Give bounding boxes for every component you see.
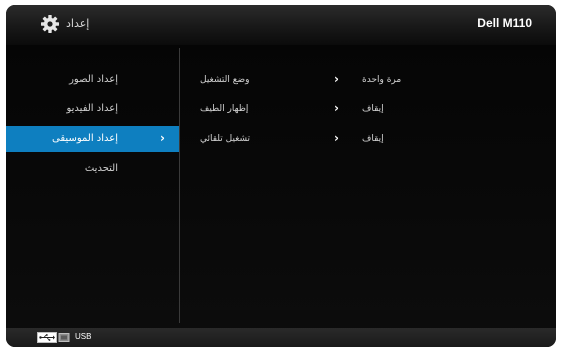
header-bar: إعداد Dell M110 — [6, 5, 556, 45]
setting-value: مرة واحدة — [362, 75, 402, 85]
setting-row-autoplay[interactable]: تشغيل تلقائي › إيقاف — [180, 126, 556, 152]
source-label: USB — [75, 332, 92, 341]
sidebar-item-photo-settings[interactable]: إعداد الصور — [6, 67, 179, 93]
gear-icon — [41, 15, 59, 33]
setting-value: إيقاف — [362, 134, 384, 144]
device-model: Dell M110 — [477, 16, 532, 30]
sidebar-item-label: إعداد الفيديو — [66, 103, 118, 114]
chevron-right-icon: › — [334, 131, 339, 145]
sidebar-item-music-settings[interactable]: إعداد الموسيقى › — [6, 126, 179, 152]
sidebar-item-video-settings[interactable]: إعداد الفيديو — [6, 96, 179, 122]
setting-label: إظهار الطيف — [200, 104, 249, 114]
chevron-right-icon: › — [334, 101, 339, 115]
setting-label: تشغيل تلقائي — [200, 134, 251, 144]
setting-row-play-mode[interactable]: وضع التشغيل › مرة واحدة — [180, 67, 556, 93]
setting-value: إيقاف — [362, 104, 384, 114]
setting-label: وضع التشغيل — [200, 75, 250, 85]
sidebar-item-label: إعداد الموسيقى — [52, 133, 118, 144]
sidebar-item-label: التحديث — [84, 163, 118, 174]
sidebar-item-update[interactable]: التحديث — [6, 156, 179, 182]
menu-title: إعداد — [66, 17, 90, 30]
chevron-right-icon: › — [160, 131, 165, 145]
chevron-right-icon: › — [334, 72, 339, 86]
menu-body: إعداد الصور إعداد الفيديو إعداد الموسيقى… — [6, 45, 556, 328]
status-bar: USB — [6, 328, 556, 347]
projector-menu-window: إعداد Dell M110 إعداد الصور إعداد الفيدي… — [6, 5, 556, 347]
sidebar-item-label: إعداد الصور — [69, 74, 118, 85]
setting-row-show-spectrum[interactable]: إظهار الطيف › إيقاف — [180, 96, 556, 122]
usb-icon — [37, 332, 70, 343]
